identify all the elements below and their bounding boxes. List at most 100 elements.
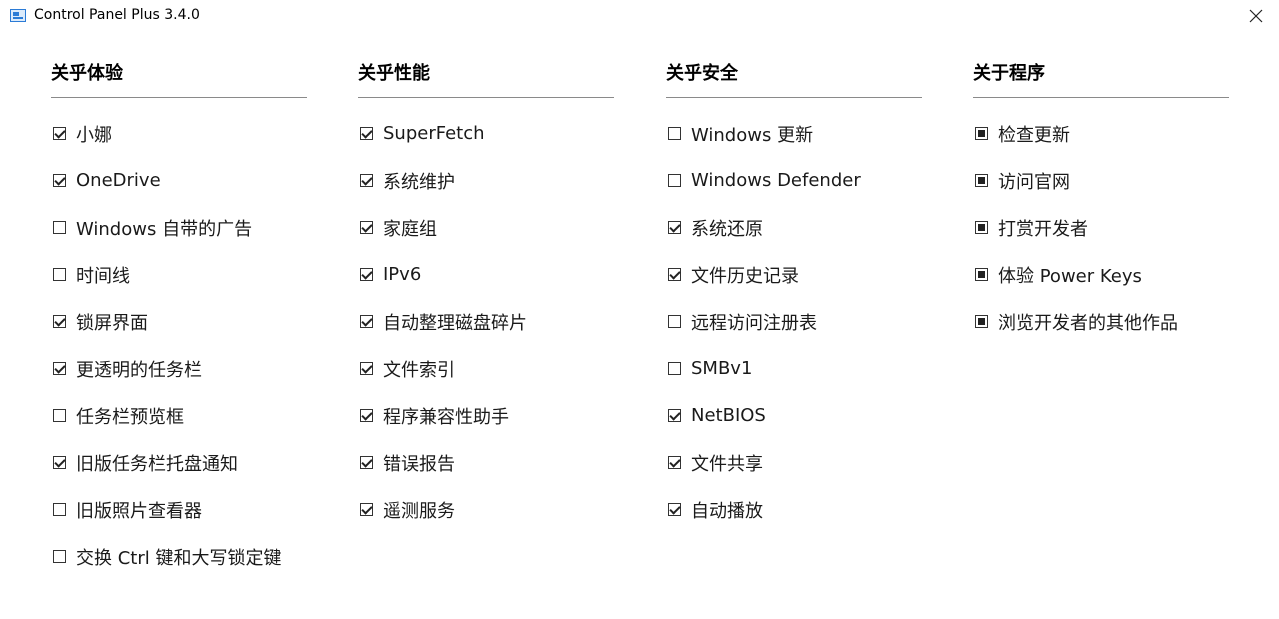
checkbox-item[interactable]: 旧版照片查看器 bbox=[51, 486, 307, 533]
checkbox-checked[interactable] bbox=[360, 503, 373, 516]
checkbox-item[interactable]: 自动播放 bbox=[666, 486, 922, 533]
checkbox-unchecked[interactable] bbox=[668, 127, 681, 140]
checkbox-checked[interactable] bbox=[360, 315, 373, 328]
checkbox-checked[interactable] bbox=[668, 409, 681, 422]
checkbox-label: 自动播放 bbox=[691, 500, 763, 522]
checkbox-item[interactable]: 系统还原 bbox=[666, 204, 922, 251]
checkbox-item[interactable]: NetBIOS bbox=[666, 392, 922, 439]
checkbox-item[interactable]: 错误报告 bbox=[358, 439, 614, 486]
checkbox-unchecked[interactable] bbox=[53, 503, 66, 516]
checkbox-checked[interactable] bbox=[53, 127, 66, 140]
checkbox-label: 自动整理磁盘碎片 bbox=[383, 312, 527, 334]
checkbox-label: 检查更新 bbox=[998, 124, 1070, 146]
checkbox-label: IPv6 bbox=[383, 264, 422, 285]
checkbox-item[interactable]: Windows Defender bbox=[666, 157, 922, 204]
checkbox-item[interactable]: Windows 自带的广告 bbox=[51, 204, 307, 251]
checkbox-item[interactable]: 交换 Ctrl 键和大写锁定键 bbox=[51, 533, 307, 580]
checkbox-item[interactable]: 时间线 bbox=[51, 251, 307, 298]
checkbox-label: 文件共享 bbox=[691, 453, 763, 475]
checkbox-label: Windows 自带的广告 bbox=[76, 218, 253, 240]
checkbox-label: 小娜 bbox=[76, 124, 112, 146]
checkbox-checked[interactable] bbox=[53, 362, 66, 375]
checkbox-item[interactable]: 文件历史记录 bbox=[666, 251, 922, 298]
checkbox-item[interactable]: 远程访问注册表 bbox=[666, 298, 922, 345]
checkbox-unchecked[interactable] bbox=[668, 362, 681, 375]
checkbox-checked[interactable] bbox=[668, 456, 681, 469]
checkbox-label: NetBIOS bbox=[691, 405, 766, 426]
checkbox-item[interactable]: 任务栏预览框 bbox=[51, 392, 307, 439]
checkbox-label: 体验 Power Keys bbox=[998, 265, 1142, 287]
checkbox-checked[interactable] bbox=[360, 409, 373, 422]
checkbox-indeterminate[interactable] bbox=[975, 174, 988, 187]
checkbox-item[interactable]: 旧版任务栏托盘通知 bbox=[51, 439, 307, 486]
action-item[interactable]: 打赏开发者 bbox=[973, 204, 1229, 251]
checkbox-label: 文件索引 bbox=[383, 359, 455, 381]
checkbox-item[interactable]: SuperFetch bbox=[358, 110, 614, 157]
checkbox-item[interactable]: 家庭组 bbox=[358, 204, 614, 251]
checkbox-checked[interactable] bbox=[360, 127, 373, 140]
checkbox-checked[interactable] bbox=[53, 174, 66, 187]
checkbox-indeterminate[interactable] bbox=[975, 315, 988, 328]
checkbox-item[interactable]: OneDrive bbox=[51, 157, 307, 204]
action-item[interactable]: 体验 Power Keys bbox=[973, 251, 1229, 298]
checkbox-indeterminate[interactable] bbox=[975, 221, 988, 234]
checkbox-label: Windows 更新 bbox=[691, 124, 814, 146]
window-title: Control Panel Plus 3.4.0 bbox=[34, 7, 200, 23]
column-header: 关于程序 bbox=[973, 60, 1229, 98]
checkbox-item[interactable]: 更透明的任务栏 bbox=[51, 345, 307, 392]
checkbox-checked[interactable] bbox=[668, 221, 681, 234]
checkbox-label: 任务栏预览框 bbox=[76, 406, 184, 428]
checkbox-label: OneDrive bbox=[76, 170, 161, 191]
checkbox-label: 锁屏界面 bbox=[76, 312, 148, 334]
checkbox-checked[interactable] bbox=[668, 268, 681, 281]
checkbox-checked[interactable] bbox=[360, 221, 373, 234]
column-header: 关乎体验 bbox=[51, 60, 307, 98]
checkbox-item[interactable]: Windows 更新 bbox=[666, 110, 922, 157]
checkbox-label: SMBv1 bbox=[691, 358, 753, 379]
checkbox-indeterminate[interactable] bbox=[975, 268, 988, 281]
checkbox-checked[interactable] bbox=[53, 315, 66, 328]
checkbox-item[interactable]: 文件共享 bbox=[666, 439, 922, 486]
column-security: 关乎安全 Windows 更新 Windows Defender 系统还原 文件历史记… bbox=[666, 60, 922, 533]
checkbox-unchecked[interactable] bbox=[53, 550, 66, 563]
checkbox-item[interactable]: 系统维护 bbox=[358, 157, 614, 204]
checkbox-label: 远程访问注册表 bbox=[691, 312, 817, 334]
checkbox-label: 更透明的任务栏 bbox=[76, 359, 202, 381]
action-item[interactable]: 访问官网 bbox=[973, 157, 1229, 204]
checkbox-label: 交换 Ctrl 键和大写锁定键 bbox=[76, 547, 282, 569]
checkbox-checked[interactable] bbox=[360, 456, 373, 469]
close-button[interactable] bbox=[1233, 0, 1279, 32]
checkbox-label: 系统维护 bbox=[383, 171, 455, 193]
checkbox-indeterminate[interactable] bbox=[975, 127, 988, 140]
checkbox-checked[interactable] bbox=[360, 268, 373, 281]
checkbox-checked[interactable] bbox=[53, 456, 66, 469]
checkbox-label: 遥测服务 bbox=[383, 500, 455, 522]
checkbox-unchecked[interactable] bbox=[668, 174, 681, 187]
action-item[interactable]: 浏览开发者的其他作品 bbox=[973, 298, 1229, 345]
checkbox-item[interactable]: 自动整理磁盘碎片 bbox=[358, 298, 614, 345]
checkbox-label: 程序兼容性助手 bbox=[383, 406, 509, 428]
checkbox-checked[interactable] bbox=[668, 503, 681, 516]
checkbox-unchecked[interactable] bbox=[668, 315, 681, 328]
checkbox-checked[interactable] bbox=[360, 174, 373, 187]
checkbox-label: Windows Defender bbox=[691, 170, 861, 191]
checkbox-item[interactable]: 文件索引 bbox=[358, 345, 614, 392]
checkbox-item[interactable]: 遥测服务 bbox=[358, 486, 614, 533]
action-item[interactable]: 检查更新 bbox=[973, 110, 1229, 157]
close-icon bbox=[1249, 9, 1263, 23]
checkbox-item[interactable]: 锁屏界面 bbox=[51, 298, 307, 345]
checkbox-item[interactable]: 小娜 bbox=[51, 110, 307, 157]
column-header: 关乎安全 bbox=[666, 60, 922, 98]
checkbox-label: 旧版照片查看器 bbox=[76, 500, 202, 522]
checkbox-label: 家庭组 bbox=[383, 218, 437, 240]
checkbox-label: 错误报告 bbox=[383, 453, 455, 475]
checkbox-label: 打赏开发者 bbox=[998, 218, 1088, 240]
checkbox-item[interactable]: SMBv1 bbox=[666, 345, 922, 392]
app-window-icon bbox=[10, 9, 26, 22]
checkbox-unchecked[interactable] bbox=[53, 221, 66, 234]
checkbox-unchecked[interactable] bbox=[53, 409, 66, 422]
checkbox-unchecked[interactable] bbox=[53, 268, 66, 281]
checkbox-checked[interactable] bbox=[360, 362, 373, 375]
checkbox-item[interactable]: 程序兼容性助手 bbox=[358, 392, 614, 439]
checkbox-item[interactable]: IPv6 bbox=[358, 251, 614, 298]
